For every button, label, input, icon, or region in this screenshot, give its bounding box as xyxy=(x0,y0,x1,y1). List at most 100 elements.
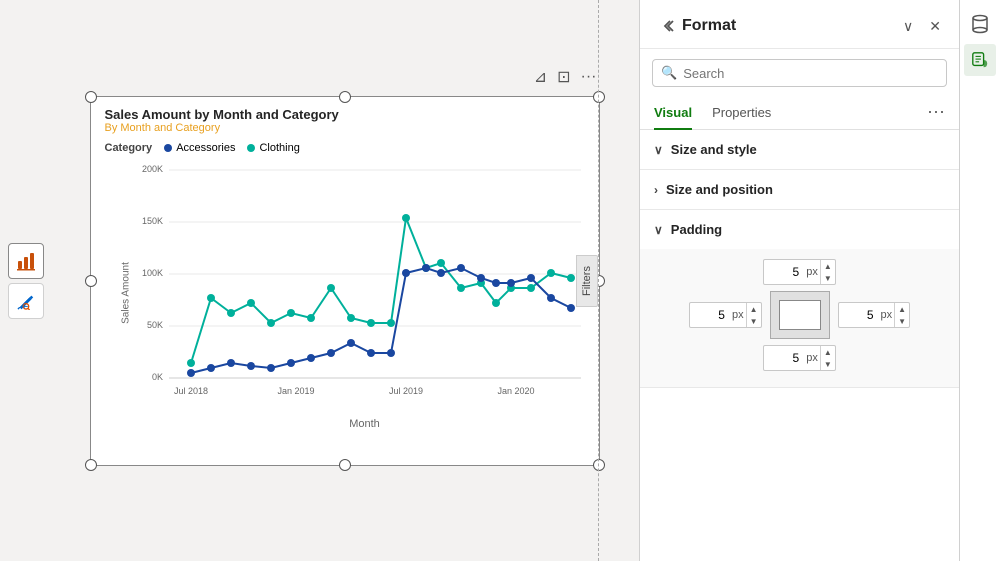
padding-bottom-row: px ▲ ▼ xyxy=(763,345,836,371)
panel-divider xyxy=(598,0,599,561)
toolbar-edit-btn[interactable] xyxy=(8,283,44,319)
legend-label: Category xyxy=(105,142,153,154)
padding-top-unit: px xyxy=(804,266,820,278)
panel-collapse-btn[interactable] xyxy=(654,12,682,40)
section-size-position-header[interactable]: › Size and position xyxy=(640,170,959,209)
svg-text:Jul 2019: Jul 2019 xyxy=(388,386,422,396)
chart-toolbar: ⊿ ⊡ ··· xyxy=(532,65,599,89)
padding-left-down[interactable]: ▼ xyxy=(747,315,761,327)
icon-cylinder-btn[interactable] xyxy=(964,8,996,40)
legend-accessories: Accessories xyxy=(164,142,235,154)
padding-bottom-input[interactable] xyxy=(764,349,804,367)
canvas-area: ⊿ ⊡ ··· Sales Amount by Month and Catego… xyxy=(0,0,639,561)
svg-text:Jul 2018: Jul 2018 xyxy=(173,386,207,396)
section-size-style-label: Size and style xyxy=(671,142,757,157)
legend-dot-accessories xyxy=(164,144,172,152)
left-toolbar xyxy=(8,243,44,319)
panel-icon-column xyxy=(959,0,999,561)
panel-title: Format xyxy=(682,17,899,35)
svg-text:0K: 0K xyxy=(151,372,162,382)
section-padding-body: px ▲ ▼ px xyxy=(640,249,959,387)
section-size-position: › Size and position xyxy=(640,170,959,210)
padding-inner-box xyxy=(779,300,821,330)
legend-clothing: Clothing xyxy=(247,142,299,154)
panel-tabs: Visual Properties ··· xyxy=(640,97,959,130)
chart-svg-wrapper: Sales Amount 200K 150K 100K 50K 0K Jul 2… xyxy=(91,158,599,428)
right-side: Format ∨ ✕ 🔍 Visual Properties ··· ∨ Siz… xyxy=(639,0,999,561)
section-size-style: ∨ Size and style xyxy=(640,130,959,170)
handle-tc[interactable] xyxy=(339,91,351,103)
handle-bc[interactable] xyxy=(339,459,351,471)
padding-top-down[interactable]: ▼ xyxy=(821,272,835,284)
padding-left-input[interactable] xyxy=(690,306,730,324)
padding-right-input-wrapper: px ▲ ▼ xyxy=(838,302,911,328)
padding-bottom-input-wrapper: px ▲ ▼ xyxy=(763,345,836,371)
padding-center-box xyxy=(770,291,830,339)
search-input[interactable] xyxy=(683,66,938,81)
section-size-position-chevron: › xyxy=(654,183,658,197)
padding-top-input[interactable] xyxy=(764,263,804,281)
svg-text:100K: 100K xyxy=(141,268,162,278)
section-padding-chevron: ∨ xyxy=(654,223,663,237)
padding-right-down[interactable]: ▼ xyxy=(895,315,909,327)
padding-right-spinners: ▲ ▼ xyxy=(894,303,909,327)
handle-tl[interactable] xyxy=(85,91,97,103)
padding-left-spinners: ▲ ▼ xyxy=(746,303,761,327)
section-padding: ∨ Padding px ▲ ▼ xyxy=(640,210,959,388)
padding-left-up[interactable]: ▲ xyxy=(747,303,761,315)
chart-legend: Category Accessories Clothing xyxy=(91,138,599,158)
padding-top-spinners: ▲ ▼ xyxy=(820,260,835,284)
padding-left-unit: px xyxy=(730,309,746,321)
padding-middle-row: px ▲ ▼ xyxy=(689,291,910,339)
panel-content: ∨ Size and style › Size and position ∨ P… xyxy=(640,130,959,561)
padding-top-row: px ▲ ▼ xyxy=(763,259,836,285)
tab-more[interactable]: ··· xyxy=(927,102,945,124)
padding-bottom-down[interactable]: ▼ xyxy=(821,358,835,370)
legend-text-accessories: Accessories xyxy=(176,142,235,154)
tab-properties[interactable]: Properties xyxy=(712,97,771,130)
padding-top-up[interactable]: ▲ xyxy=(821,260,835,272)
section-size-position-label: Size and position xyxy=(666,182,773,197)
chart-subtitle: By Month and Category xyxy=(105,122,585,134)
search-box: 🔍 xyxy=(652,59,947,87)
handle-bl[interactable] xyxy=(85,459,97,471)
padding-right-up[interactable]: ▲ xyxy=(895,303,909,315)
more-options-icon[interactable]: ··· xyxy=(579,66,599,88)
toolbar-chart-btn[interactable] xyxy=(8,243,44,279)
legend-text-clothing: Clothing xyxy=(259,142,299,154)
padding-left-input-wrapper: px ▲ ▼ xyxy=(689,302,762,328)
chart-container: ⊿ ⊡ ··· Sales Amount by Month and Catego… xyxy=(90,96,600,466)
padding-top-input-wrapper: px ▲ ▼ xyxy=(763,259,836,285)
right-panel: Format ∨ ✕ 🔍 Visual Properties ··· ∨ Siz… xyxy=(639,0,959,561)
padding-right-input[interactable] xyxy=(839,306,879,324)
legend-dot-clothing xyxy=(247,144,255,152)
svg-text:50K: 50K xyxy=(146,320,162,330)
search-icon: 🔍 xyxy=(661,65,677,81)
tab-visual[interactable]: Visual xyxy=(654,97,692,130)
panel-header: Format ∨ ✕ xyxy=(640,0,959,49)
filters-tab[interactable]: Filters xyxy=(576,255,598,307)
svg-text:Jan 2020: Jan 2020 xyxy=(497,386,534,396)
section-padding-header[interactable]: ∨ Padding xyxy=(640,210,959,249)
padding-right-unit: px xyxy=(879,309,895,321)
svg-text:Jan 2019: Jan 2019 xyxy=(277,386,314,396)
svg-text:200K: 200K xyxy=(141,164,162,174)
panel-close-icon[interactable]: ✕ xyxy=(925,16,945,37)
panel-chevron-icon[interactable]: ∨ xyxy=(899,16,917,37)
section-size-style-header[interactable]: ∨ Size and style xyxy=(640,130,959,169)
chart-svg: 200K 150K 100K 50K 0K Jul 2018 Jan 2019 … xyxy=(131,158,586,418)
chart-title: Sales Amount by Month and Category xyxy=(105,107,585,122)
icon-paint-btn[interactable] xyxy=(964,44,996,76)
section-padding-label: Padding xyxy=(671,222,722,237)
padding-bottom-spinners: ▲ ▼ xyxy=(820,346,835,370)
section-size-style-chevron: ∨ xyxy=(654,143,663,157)
chart-title-area: Sales Amount by Month and Category By Mo… xyxy=(91,97,599,138)
y-axis-label: Sales Amount xyxy=(120,262,131,324)
expand-icon[interactable]: ⊡ xyxy=(555,65,572,89)
padding-bottom-unit: px xyxy=(804,352,820,364)
filter-icon[interactable]: ⊿ xyxy=(532,65,549,89)
svg-text:150K: 150K xyxy=(141,216,162,226)
panel-header-icons: ∨ ✕ xyxy=(899,16,945,37)
padding-grid: px ▲ ▼ px xyxy=(660,259,939,371)
padding-bottom-up[interactable]: ▲ xyxy=(821,346,835,358)
